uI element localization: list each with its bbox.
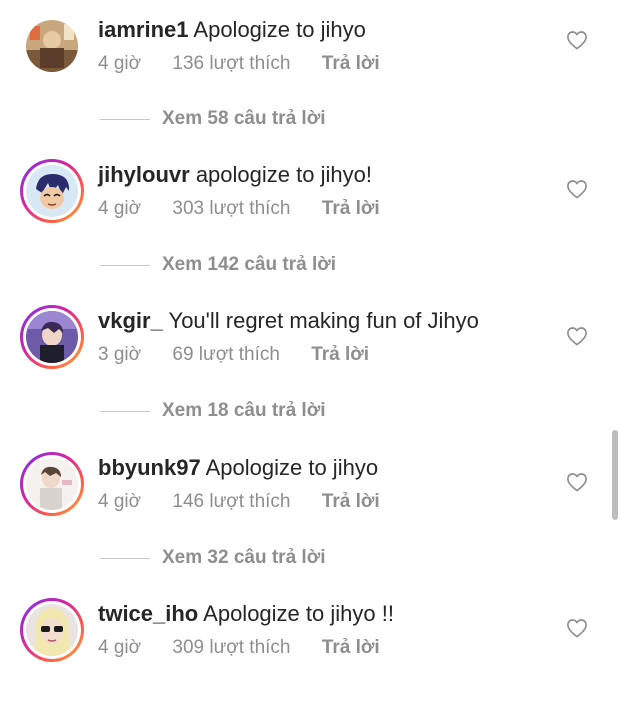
comment-item: twice_iho Apologize to jihyo !! 4 giờ 30… <box>0 598 620 708</box>
comment-username[interactable]: bbyunk97 <box>98 455 201 480</box>
avatar[interactable] <box>20 452 84 516</box>
comment-text: Apologize to jihyo <box>205 455 379 480</box>
reply-button[interactable]: Trả lời <box>322 637 380 658</box>
comment-likes[interactable]: 136 lượt thích <box>172 53 290 74</box>
heart-icon[interactable] <box>566 179 588 199</box>
view-replies-label: Xem 18 câu trả lời <box>162 400 326 421</box>
comment-username[interactable]: iamrine1 <box>98 17 189 42</box>
view-replies-button[interactable]: Xem 142 câu trả lời <box>100 253 500 277</box>
comment-time: 3 giờ <box>98 344 142 365</box>
comment-likes[interactable]: 69 lượt thích <box>172 344 280 365</box>
reply-button[interactable]: Trả lời <box>322 53 380 74</box>
comment-username[interactable]: vkgir_ <box>98 308 163 333</box>
divider-line <box>100 411 150 412</box>
comment-text: apologize to jihyo! <box>195 162 372 187</box>
divider-line <box>100 119 150 120</box>
comment-time: 4 giờ <box>98 491 142 512</box>
avatar[interactable] <box>20 305 84 369</box>
reply-button[interactable]: Trả lời <box>322 198 380 219</box>
comment-text: Apologize to jihyo <box>193 17 366 42</box>
view-replies-label: Xem 32 câu trả lời <box>162 547 326 568</box>
comment-username[interactable]: jihylouvr <box>98 162 190 187</box>
comment-time: 4 giờ <box>98 198 142 219</box>
view-replies-label: Xem 58 câu trả lời <box>162 108 326 129</box>
comment-time: 4 giờ <box>98 637 142 658</box>
heart-icon[interactable] <box>566 326 588 346</box>
avatar[interactable] <box>20 598 84 662</box>
comment-text: Apologize to jihyo !! <box>203 601 394 626</box>
comment-likes[interactable]: 303 lượt thích <box>172 198 290 219</box>
reply-button[interactable]: Trả lời <box>322 491 380 512</box>
avatar-image <box>26 311 78 363</box>
heart-icon[interactable] <box>566 472 588 492</box>
view-replies-button[interactable]: Xem 32 câu trả lời <box>100 546 500 570</box>
avatar-image <box>26 165 78 217</box>
divider-line <box>100 558 150 559</box>
avatar-image <box>26 458 78 510</box>
comment-time: 4 giờ <box>98 53 142 74</box>
heart-icon[interactable] <box>566 30 588 50</box>
avatar-image <box>26 604 78 656</box>
comment-likes[interactable]: 309 lượt thích <box>172 637 290 658</box>
avatar-image <box>26 20 78 72</box>
reply-button[interactable]: Trả lời <box>311 344 369 365</box>
heart-icon[interactable] <box>566 618 588 638</box>
view-replies-button[interactable]: Xem 58 câu trả lời <box>100 107 500 131</box>
avatar[interactable] <box>20 159 84 223</box>
comment-username[interactable]: twice_iho <box>98 601 198 626</box>
comment-likes[interactable]: 146 lượt thích <box>172 491 290 512</box>
view-replies-label: Xem 142 câu trả lời <box>162 254 337 275</box>
view-replies-button[interactable]: Xem 18 câu trả lời <box>100 399 500 423</box>
avatar[interactable] <box>20 14 84 78</box>
comment-text: You'll regret making fun of Jihyo <box>168 308 479 333</box>
divider-line <box>100 265 150 266</box>
scrollbar[interactable] <box>612 430 618 520</box>
